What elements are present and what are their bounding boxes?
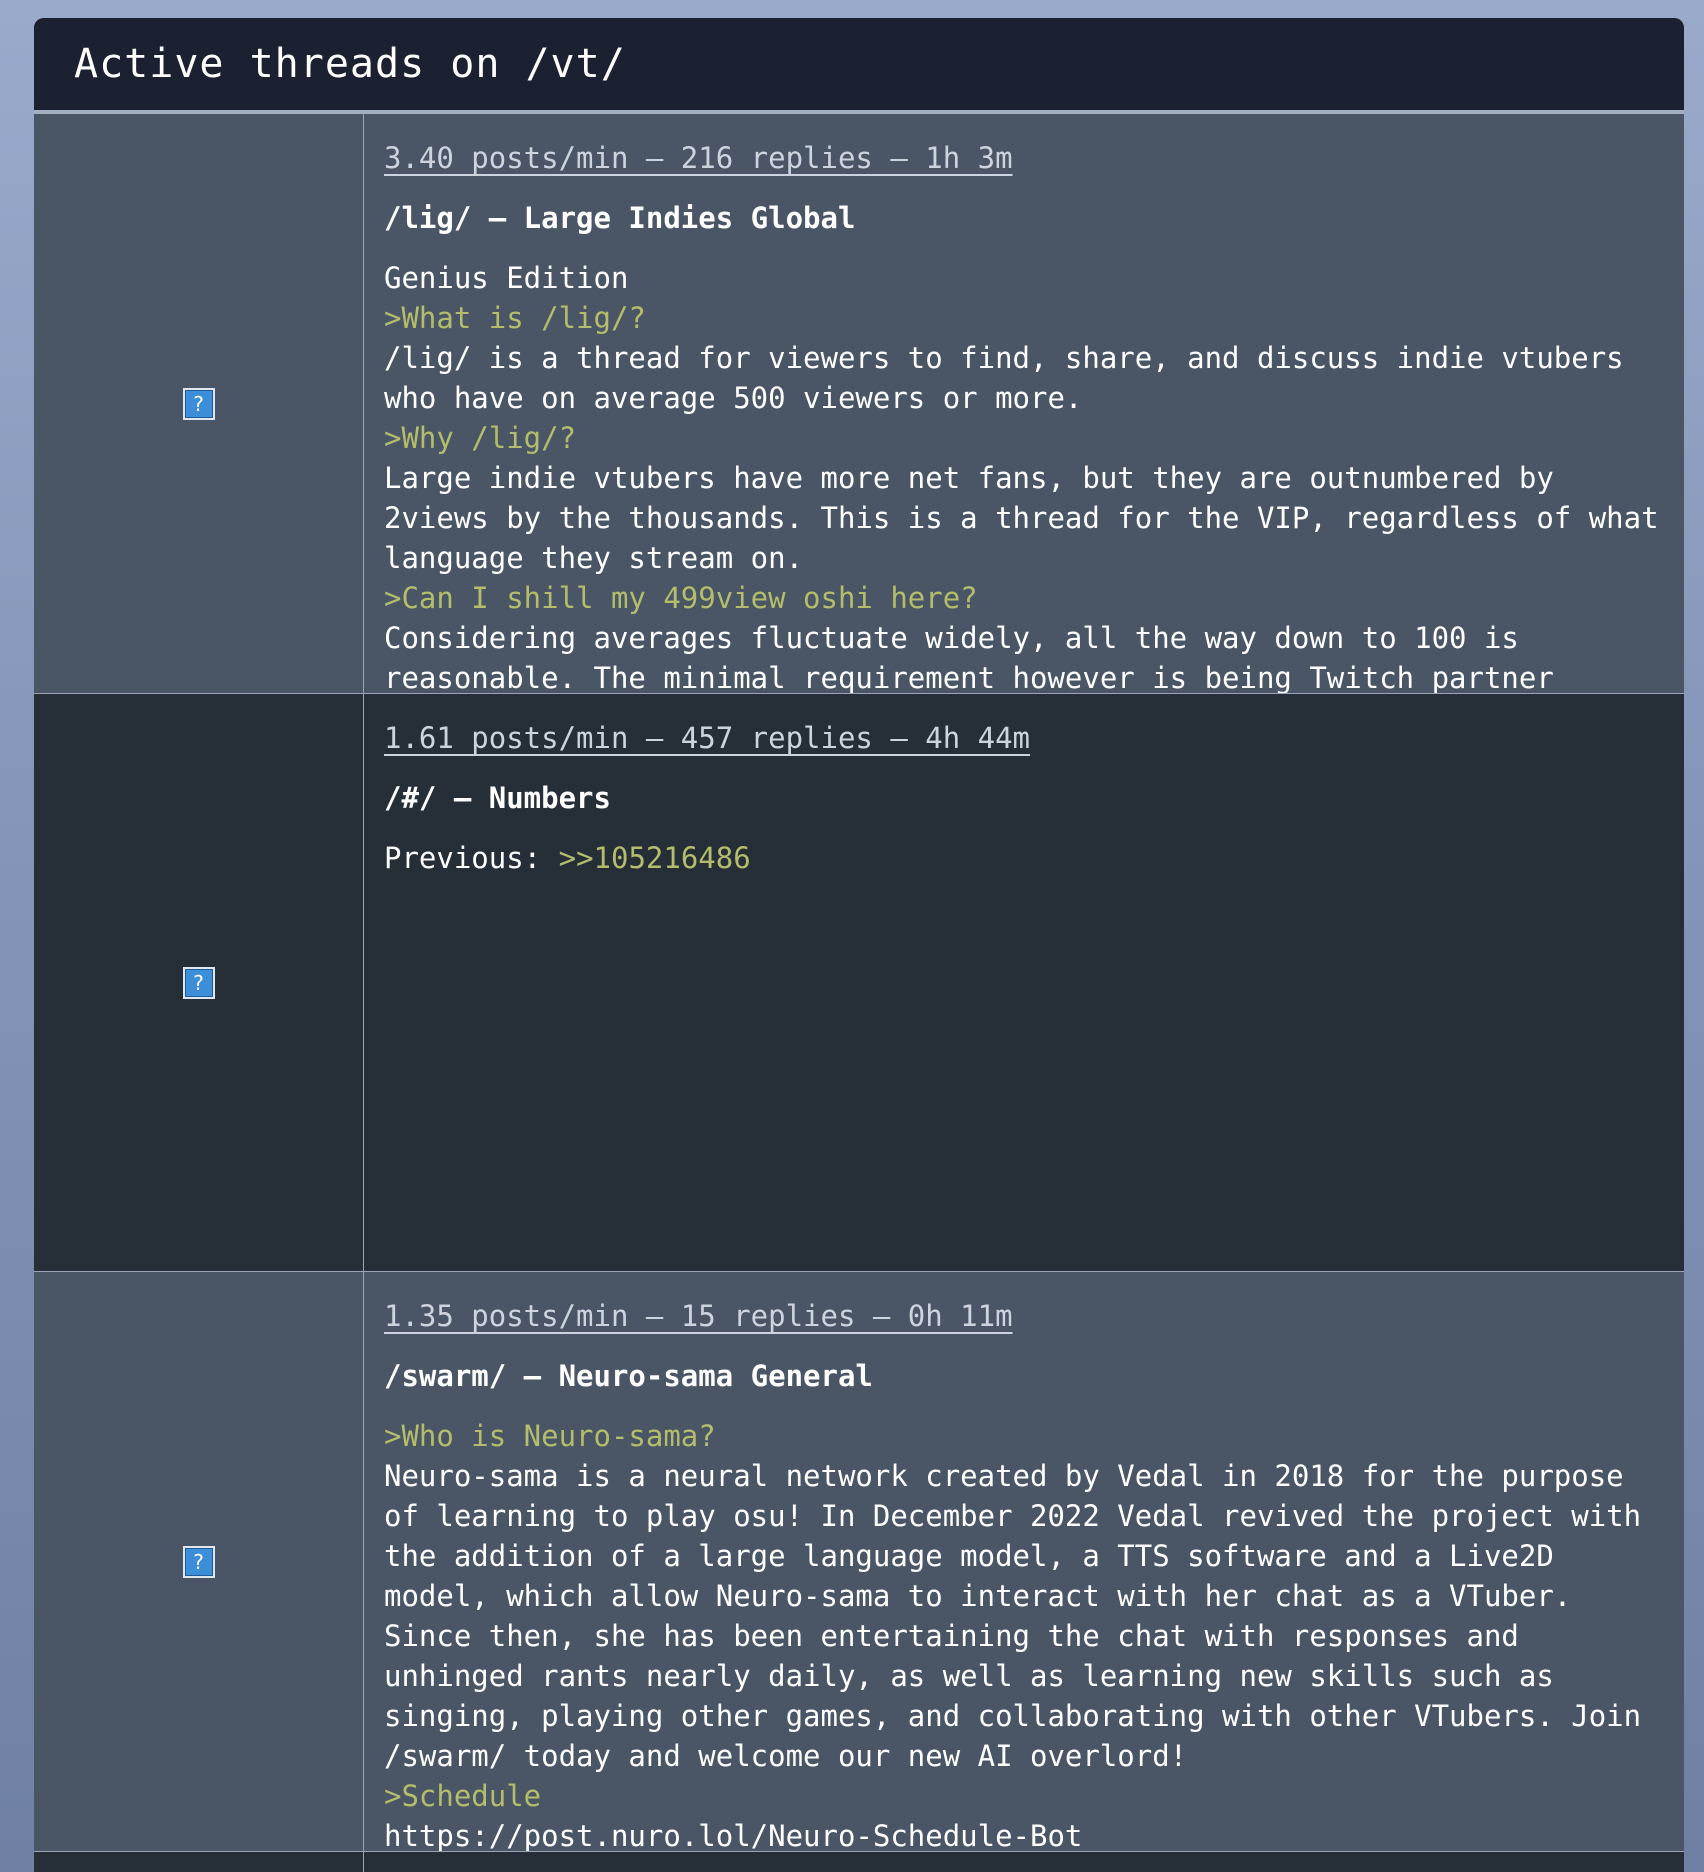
body-text: https://post.nuro.lol/Neuro-Schedule-Bot [384, 1819, 1083, 1851]
greentext-line: >What is /lig/? [384, 301, 646, 335]
body-text: Large indie vtubers have more net fans, … [384, 461, 1677, 575]
thread-row: ? 1.61 posts/min – 457 replies – 4h 44m … [34, 694, 1684, 1272]
thread-stats-link[interactable]: 3.40 posts/min – 216 replies – 1h 3m [384, 138, 1013, 178]
thread-title: /#/ – Numbers [384, 781, 611, 815]
thread-content: 1.35 posts/min – 15 replies – 0h 11m /sw… [364, 1272, 1684, 1851]
greentext-line: >Schedule [384, 1779, 542, 1813]
body-text: Considering averages fluctuate widely, a… [384, 621, 1554, 693]
thread-content [364, 1852, 1684, 1872]
thread-body: Previous: >>105216486 [384, 838, 1664, 878]
previous-line: Previous: >>105216486 [384, 838, 1664, 878]
body-text: /lig/ is a thread for viewers to find, s… [384, 341, 1642, 415]
thread-body: Genius Edition >What is /lig/? /lig/ is … [384, 258, 1664, 693]
quote-link[interactable]: >>105216486 [559, 841, 751, 875]
thread-stats-link[interactable]: 1.35 posts/min – 15 replies – 0h 11m [384, 1296, 1013, 1336]
thread-content: 1.61 posts/min – 457 replies – 4h 44m /#… [364, 694, 1684, 1271]
thread-thumbnail-cell[interactable]: ? [34, 114, 364, 693]
previous-label: Previous: [384, 841, 559, 875]
greentext-line: >Can I shill my 499view oshi here? [384, 581, 978, 615]
thread-thumbnail-cell[interactable]: ? [34, 1272, 364, 1851]
body-text: Neuro-sama is a neural network created b… [384, 1459, 1659, 1773]
body-text: Genius Edition [384, 261, 629, 295]
thread-body: >Who is Neuro-sama? Neuro-sama is a neur… [384, 1416, 1664, 1851]
thread-row: ? 1.35 posts/min – 15 replies – 0h 11m /… [34, 1272, 1684, 1852]
threads-panel: Active threads on /vt/ ? 3.40 posts/min … [34, 18, 1684, 1872]
thread-title: /lig/ – Large Indies Global [384, 201, 856, 235]
thread-row: ? 3.40 posts/min – 216 replies – 1h 3m /… [34, 114, 1684, 694]
thread-thumbnail-cell[interactable]: ? [34, 694, 364, 1271]
broken-image-icon[interactable]: ? [182, 1545, 215, 1578]
thread-stats-link[interactable]: 1.61 posts/min – 457 replies – 4h 44m [384, 718, 1030, 758]
thread-row-partial [34, 1852, 1684, 1872]
panel-header: Active threads on /vt/ [34, 18, 1684, 114]
thread-title: /swarm/ – Neuro-sama General [384, 1359, 873, 1393]
thread-content: 3.40 posts/min – 216 replies – 1h 3m /li… [364, 114, 1684, 693]
greentext-line: >Who is Neuro-sama? [384, 1419, 716, 1453]
broken-image-icon[interactable]: ? [182, 966, 215, 999]
page-title: Active threads on /vt/ [74, 41, 626, 87]
greentext-line: >Why /lig/? [384, 421, 577, 455]
thread-thumbnail-cell [34, 1852, 364, 1872]
broken-image-icon[interactable]: ? [182, 387, 215, 420]
